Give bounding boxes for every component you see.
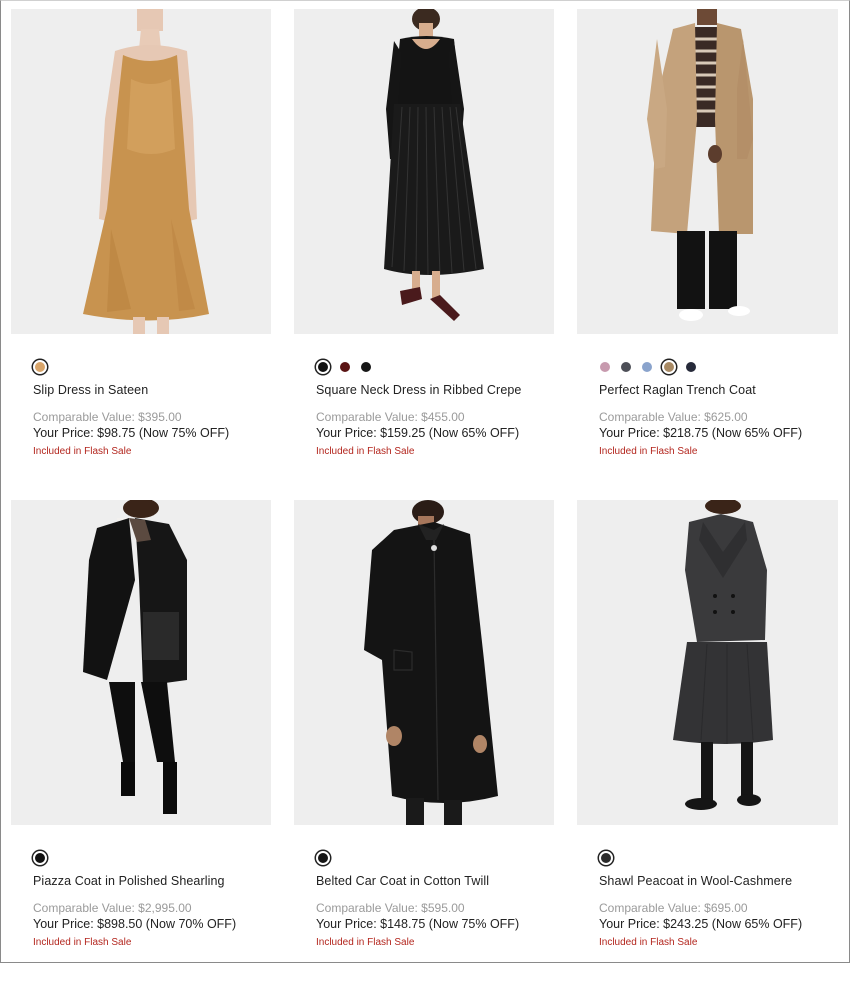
product-name[interactable]: Perfect Raglan Trench Coat <box>577 383 838 397</box>
your-price: Your Price: $898.50 (Now 70% OFF) <box>33 917 237 931</box>
color-swatch[interactable] <box>33 851 47 865</box>
color-swatch[interactable] <box>316 360 330 374</box>
product-image[interactable] <box>294 500 554 825</box>
product-card: Perfect Raglan Trench Coat Comparable Va… <box>577 9 838 500</box>
model-tan-trench-coat <box>577 9 838 334</box>
color-swatch[interactable] <box>599 851 613 865</box>
product-image[interactable] <box>294 9 554 334</box>
color-swatch[interactable] <box>620 361 632 373</box>
model-slip-dress-camel <box>11 9 271 334</box>
comparable-value: Comparable Value: $2,995.00 <box>33 901 192 915</box>
comparable-value: Comparable Value: $625.00 <box>599 410 748 424</box>
your-price: Your Price: $159.25 (Now 65% OFF) <box>316 426 520 440</box>
flash-sale-badge: Included in Flash Sale <box>316 446 415 457</box>
color-swatches <box>294 851 554 865</box>
flash-sale-badge: Included in Flash Sale <box>599 446 698 457</box>
color-swatches <box>577 851 838 865</box>
product-image[interactable] <box>577 500 838 825</box>
model-black-pleated-dress <box>294 9 554 334</box>
model-black-shearling-coat <box>11 500 271 825</box>
product-name[interactable]: Belted Car Coat in Cotton Twill <box>294 874 554 888</box>
color-swatch[interactable] <box>33 360 47 374</box>
color-swatch[interactable] <box>316 851 330 865</box>
color-swatch[interactable] <box>360 361 372 373</box>
color-swatches <box>294 360 554 374</box>
your-price: Your Price: $243.25 (Now 65% OFF) <box>599 917 803 931</box>
color-swatch[interactable] <box>685 361 697 373</box>
product-card: Shawl Peacoat in Wool-Cashmere Comparabl… <box>577 500 838 991</box>
product-name[interactable]: Slip Dress in Sateen <box>11 383 271 397</box>
product-name[interactable]: Square Neck Dress in Ribbed Crepe <box>294 383 554 397</box>
product-card: Piazza Coat in Polished Shearling Compar… <box>11 500 271 991</box>
color-swatch[interactable] <box>599 361 611 373</box>
flash-sale-badge: Included in Flash Sale <box>599 937 698 948</box>
color-swatches <box>11 360 271 374</box>
flash-sale-badge: Included in Flash Sale <box>33 446 132 457</box>
product-grid: Slip Dress in Sateen Comparable Value: $… <box>11 9 839 991</box>
product-card: Square Neck Dress in Ribbed Crepe Compar… <box>294 9 554 500</box>
your-price: Your Price: $218.75 (Now 65% OFF) <box>599 426 803 440</box>
flash-sale-badge: Included in Flash Sale <box>33 937 132 948</box>
product-name[interactable]: Shawl Peacoat in Wool-Cashmere <box>577 874 838 888</box>
product-card: Belted Car Coat in Cotton Twill Comparab… <box>294 500 554 991</box>
model-charcoal-peacoat <box>577 500 838 825</box>
color-swatch[interactable] <box>662 360 676 374</box>
comparable-value: Comparable Value: $395.00 <box>33 410 182 424</box>
product-image[interactable] <box>11 9 271 334</box>
your-price: Your Price: $98.75 (Now 75% OFF) <box>33 426 230 440</box>
comparable-value: Comparable Value: $595.00 <box>316 901 465 915</box>
color-swatch[interactable] <box>641 361 653 373</box>
your-price: Your Price: $148.75 (Now 75% OFF) <box>316 917 520 931</box>
model-black-car-coat <box>294 500 554 825</box>
product-image[interactable] <box>577 9 838 334</box>
color-swatches <box>577 360 838 374</box>
product-card: Slip Dress in Sateen Comparable Value: $… <box>11 9 271 500</box>
product-name[interactable]: Piazza Coat in Polished Shearling <box>11 874 271 888</box>
color-swatch[interactable] <box>339 361 351 373</box>
comparable-value: Comparable Value: $455.00 <box>316 410 465 424</box>
color-swatches <box>11 851 271 865</box>
product-image[interactable] <box>11 500 271 825</box>
flash-sale-badge: Included in Flash Sale <box>316 937 415 948</box>
comparable-value: Comparable Value: $695.00 <box>599 901 748 915</box>
